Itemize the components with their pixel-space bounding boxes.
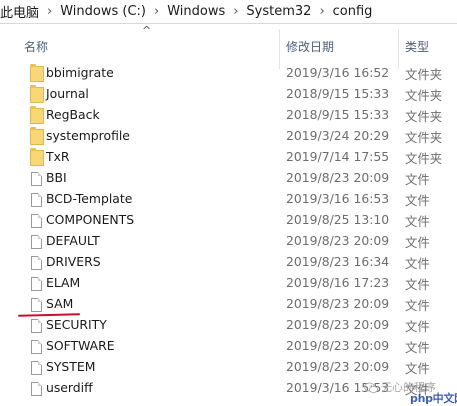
item-type: 文件夹	[405, 130, 443, 145]
item-type: 文件	[405, 214, 430, 229]
item-name: BCD-Template	[46, 191, 133, 206]
site-watermark: php中文网	[410, 392, 457, 405]
item-date: 2019/8/23 16:34	[286, 254, 390, 269]
file-icon	[31, 319, 42, 333]
file-icon	[31, 193, 42, 207]
list-item[interactable]: bbimigrate 2019/3/16 16:52 文件夹	[0, 63, 457, 84]
breadcrumb-separator-icon[interactable]: ›	[317, 4, 326, 19]
item-name: SYSTEM	[46, 359, 96, 374]
item-name: SOFTWARE	[46, 338, 115, 353]
list-item[interactable]: systemprofile 2019/3/24 20:29 文件夹	[0, 126, 457, 147]
item-date: 2018/9/15 15:33	[286, 107, 390, 122]
item-type: 文件夹	[405, 151, 443, 166]
item-type: 文件夹	[405, 88, 443, 103]
breadcrumb: 此电脑 › Windows (C:) › Windows › System32 › config	[0, 0, 457, 24]
breadcrumb-item[interactable]: Windows	[161, 4, 231, 19]
sort-ascending-icon: ^	[142, 24, 152, 37]
item-date: 2019/8/16 17:23	[286, 275, 390, 290]
file-icon	[31, 256, 42, 270]
file-icon	[31, 277, 42, 291]
item-date: 2019/8/23 20:09	[286, 296, 390, 311]
breadcrumb-item[interactable]: Windows (C:)	[54, 4, 152, 19]
breadcrumb-item[interactable]: 此电脑	[0, 2, 45, 21]
file-icon	[31, 214, 42, 228]
item-name: Journal	[46, 86, 89, 101]
item-type: 文件	[405, 193, 430, 208]
list-item[interactable]: Journal 2018/9/15 15:33 文件夹	[0, 84, 457, 105]
file-icon	[31, 235, 42, 249]
list-item[interactable]: SYSTEM 2019/8/23 20:09 文件	[0, 357, 457, 378]
item-type: 文件	[405, 256, 430, 271]
breadcrumb-separator-icon[interactable]: ›	[152, 4, 161, 19]
wechat-icon	[364, 382, 378, 394]
list-item[interactable]: DEFAULT 2019/8/23 20:09 文件	[0, 231, 457, 252]
list-item[interactable]: SAM 2019/8/23 20:09 文件	[0, 294, 457, 315]
breadcrumb-item[interactable]: config	[327, 4, 379, 19]
item-date: 2019/8/23 20:09	[286, 317, 390, 332]
item-name: SECURITY	[46, 317, 107, 332]
list-item[interactable]: DRIVERS 2019/8/23 16:34 文件	[0, 252, 457, 273]
item-type: 文件	[405, 298, 430, 313]
item-date: 2019/3/16 16:53	[286, 191, 390, 206]
item-type: 文件	[405, 319, 430, 334]
item-date: 2019/7/14 17:55	[286, 149, 390, 164]
item-type: 文件	[405, 361, 430, 376]
item-name: TxR	[46, 149, 70, 164]
file-icon	[31, 172, 42, 186]
item-date: 2019/3/24 20:29	[286, 128, 390, 143]
item-name: RegBack	[46, 107, 100, 122]
item-name: COMPONENTS	[46, 212, 135, 227]
folder-icon	[30, 106, 44, 124]
breadcrumb-separator-icon[interactable]: ›	[231, 4, 240, 19]
item-type: 文件夹	[405, 109, 443, 124]
item-name: systemprofile	[46, 128, 130, 143]
folder-icon	[30, 64, 44, 82]
list-item[interactable]: SECURITY 2019/8/23 20:09 文件	[0, 315, 457, 336]
item-type: 文件	[405, 277, 430, 292]
list-item[interactable]: BBI 2019/8/23 20:09 文件	[0, 168, 457, 189]
item-name: DEFAULT	[46, 233, 100, 248]
item-name: userdiff	[46, 380, 93, 395]
item-type: 文件夹	[405, 67, 443, 82]
item-date: 2019/8/23 20:09	[286, 338, 390, 353]
folder-icon	[30, 127, 44, 145]
item-type: 文件	[405, 235, 430, 250]
list-item[interactable]: TxR 2019/7/14 17:55 文件夹	[0, 147, 457, 168]
list-item[interactable]: RegBack 2018/9/15 15:33 文件夹	[0, 105, 457, 126]
item-name: SAM	[46, 296, 74, 311]
item-name: BBI	[46, 170, 67, 185]
item-date: 2019/8/23 20:09	[286, 359, 390, 374]
file-icon	[31, 382, 42, 396]
file-icon	[31, 361, 42, 375]
column-header-name[interactable]: 名称	[24, 38, 48, 55]
item-date: 2019/8/23 20:09	[286, 170, 390, 185]
item-type: 文件	[405, 340, 430, 355]
list-item[interactable]: ELAM 2019/8/16 17:23 文件	[0, 273, 457, 294]
file-icon	[31, 298, 42, 312]
list-item[interactable]: SOFTWARE 2019/8/23 20:09 文件	[0, 336, 457, 357]
item-name: DRIVERS	[46, 254, 101, 269]
breadcrumb-item[interactable]: System32	[240, 4, 317, 19]
file-icon	[31, 340, 42, 354]
item-name: bbimigrate	[46, 65, 114, 80]
item-date: 2018/9/15 15:33	[286, 86, 390, 101]
folder-icon	[30, 85, 44, 103]
folder-icon	[30, 148, 44, 166]
item-type: 文件	[405, 172, 430, 187]
column-header-date[interactable]: 修改日期	[286, 38, 334, 55]
item-date: 2019/8/25 13:10	[286, 212, 390, 227]
column-header: ^ 名称 修改日期 类型	[0, 24, 457, 69]
breadcrumb-separator-icon[interactable]: ›	[45, 4, 54, 19]
list-item[interactable]: BCD-Template 2019/3/16 16:53 文件	[0, 189, 457, 210]
column-header-type[interactable]: 类型	[405, 38, 429, 55]
item-name: ELAM	[46, 275, 81, 290]
list-item[interactable]: COMPONENTS 2019/8/25 13:10 文件	[0, 210, 457, 231]
item-date: 2019/8/23 20:09	[286, 233, 390, 248]
item-date: 2019/3/16 16:52	[286, 65, 390, 80]
